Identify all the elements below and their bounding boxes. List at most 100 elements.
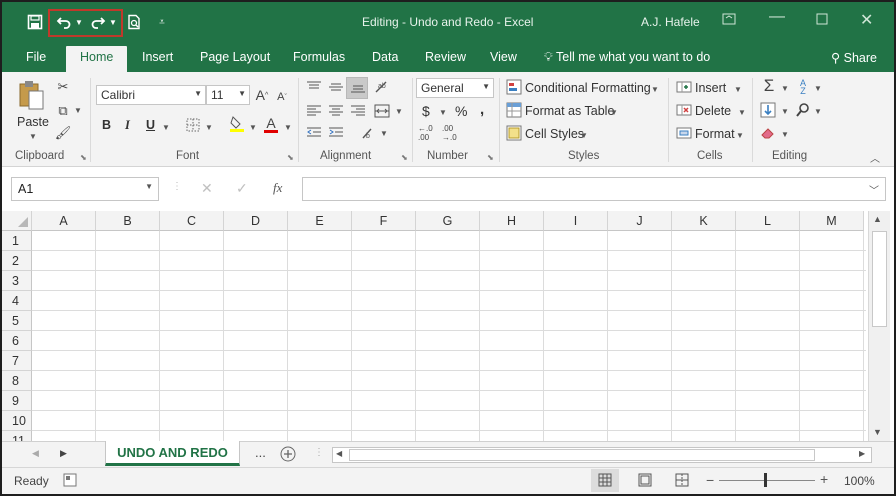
maximize-icon[interactable] [816, 12, 828, 28]
column-header[interactable]: I [544, 211, 608, 231]
cancel-icon[interactable]: ✕ [201, 180, 213, 197]
sort-filter-dropdown-icon[interactable]: ▼ [814, 84, 822, 93]
currency-dropdown-icon[interactable]: ▼ [439, 108, 447, 117]
bottom-align-icon[interactable] [348, 78, 368, 96]
increase-decimal-button[interactable]: ←.0 .00 [418, 124, 434, 144]
save-icon[interactable] [24, 11, 46, 33]
currency-button[interactable]: $ [422, 103, 430, 119]
column-header[interactable]: C [160, 211, 224, 231]
italic-button[interactable]: I [125, 118, 130, 133]
row-header[interactable]: 1 [2, 231, 32, 251]
format-as-table-dropdown-icon[interactable]: ▼ [610, 108, 618, 117]
comma-button[interactable]: , [480, 101, 484, 118]
scroll-up-icon[interactable]: ▲ [873, 214, 882, 224]
zoom-level[interactable]: 100% [844, 474, 875, 488]
vertical-scrollbar[interactable]: ▲ ▼ [868, 211, 890, 441]
orientation-dropdown-icon[interactable]: ▼ [380, 129, 388, 138]
row-header[interactable]: 8 [2, 371, 32, 391]
increase-indent-icon[interactable] [326, 124, 346, 142]
tab-view[interactable]: View [490, 50, 517, 64]
merge-center-icon[interactable] [372, 102, 392, 120]
column-header[interactable]: M [800, 211, 864, 231]
delete-cells-label[interactable]: Delete [695, 104, 731, 118]
autosum-dropdown-icon[interactable]: ▼ [781, 84, 789, 93]
find-select-icon[interactable] [794, 101, 812, 119]
insert-cells-label[interactable]: Insert [695, 81, 726, 95]
collapse-ribbon-icon[interactable]: ︿ [870, 150, 880, 165]
name-box[interactable]: A1 ▼ [11, 177, 159, 201]
row-header[interactable]: 7 [2, 351, 32, 371]
page-layout-view-icon[interactable] [638, 473, 652, 490]
format-cells-dropdown-icon[interactable]: ▼ [736, 131, 744, 140]
format-cells-label[interactable]: Format [695, 127, 735, 141]
decrease-decimal-button[interactable]: .00 →.0 [442, 124, 458, 144]
print-preview-icon[interactable] [125, 11, 143, 33]
undo-icon[interactable] [54, 11, 74, 33]
row-header[interactable]: 2 [2, 251, 32, 271]
tell-me-box[interactable]: 💡︎ Tell me what you want to do [544, 50, 710, 65]
number-format-dropdown[interactable]: General ▼ [416, 78, 494, 98]
align-center-icon[interactable] [326, 102, 346, 120]
add-sheet-icon[interactable] [280, 446, 296, 465]
fill-icon[interactable] [759, 101, 777, 119]
ribbon-display-options-icon[interactable] [722, 12, 736, 28]
top-align-icon[interactable] [304, 78, 324, 96]
insert-function-icon[interactable]: fx [273, 180, 282, 196]
paste-icon[interactable] [16, 78, 46, 112]
tab-page-layout[interactable]: Page Layout [200, 50, 270, 64]
column-header[interactable]: A [32, 211, 96, 231]
find-select-dropdown-icon[interactable]: ▼ [814, 107, 822, 116]
delete-cells-icon[interactable] [675, 101, 693, 119]
scroll-down-icon[interactable]: ▼ [873, 427, 882, 437]
next-sheet-icon[interactable]: ▶ [60, 448, 67, 459]
tab-review[interactable]: Review [425, 50, 466, 64]
font-color-icon[interactable]: A [263, 114, 279, 134]
column-header[interactable]: F [352, 211, 416, 231]
horizontal-scrollbar[interactable]: ◀ ▶ [332, 447, 872, 463]
macro-record-icon[interactable] [63, 473, 77, 490]
select-all-corner[interactable] [2, 211, 32, 231]
autosum-icon[interactable]: Σ [759, 76, 779, 96]
enter-check-icon[interactable]: ✓ [236, 180, 248, 197]
row-header[interactable]: 9 [2, 391, 32, 411]
column-header[interactable]: J [608, 211, 672, 231]
font-launcher-icon[interactable]: ⬊ [287, 153, 294, 162]
orientation-icon[interactable]: ab [372, 76, 392, 96]
zoom-slider-thumb[interactable] [764, 473, 767, 487]
zoom-out-icon[interactable]: − [706, 472, 714, 488]
wrap-text-icon[interactable]: b [358, 124, 380, 142]
column-header[interactable]: H [480, 211, 544, 231]
normal-view-icon[interactable] [598, 473, 612, 490]
more-sheets-button[interactable]: ... [255, 445, 266, 460]
paste-label[interactable]: Paste [17, 115, 49, 129]
redo-icon[interactable] [88, 11, 108, 33]
clear-icon[interactable] [759, 124, 777, 142]
close-icon[interactable]: ✕ [860, 10, 873, 30]
format-as-table-icon[interactable] [505, 101, 523, 119]
font-name-dropdown[interactable]: Calibri ▼ [96, 85, 206, 105]
decrease-font-icon[interactable]: Aˇ [274, 88, 290, 106]
row-header[interactable]: 3 [2, 271, 32, 291]
scroll-left-icon[interactable]: ◀ [336, 449, 342, 458]
cell-styles-dropdown-icon[interactable]: ▼ [580, 131, 588, 140]
number-launcher-icon[interactable]: ⬊ [487, 153, 494, 162]
zoom-in-icon[interactable]: + [820, 471, 828, 487]
tab-data[interactable]: Data [372, 50, 398, 64]
insert-cells-dropdown-icon[interactable]: ▼ [734, 85, 742, 94]
format-painter-icon[interactable]: 🖌︎ [54, 124, 72, 142]
column-header[interactable]: E [288, 211, 352, 231]
vertical-scroll-thumb[interactable] [872, 231, 887, 327]
merge-dropdown-icon[interactable]: ▼ [395, 107, 403, 116]
conditional-formatting-icon[interactable] [505, 78, 523, 96]
conditional-formatting-label[interactable]: Conditional Formatting [525, 81, 651, 95]
cell-styles-icon[interactable] [505, 124, 523, 142]
fill-dropdown-icon[interactable]: ▼ [781, 107, 789, 116]
horizontal-scroll-thumb[interactable] [349, 449, 815, 461]
delete-cells-dropdown-icon[interactable]: ▼ [738, 108, 746, 117]
minimize-icon[interactable]: — [769, 8, 785, 26]
page-break-view-icon[interactable] [675, 473, 689, 490]
borders-icon[interactable] [184, 116, 202, 134]
row-header[interactable]: 5 [2, 311, 32, 331]
underline-dropdown-icon[interactable]: ▼ [162, 123, 170, 132]
fill-color-dropdown-icon[interactable]: ▼ [249, 123, 257, 132]
